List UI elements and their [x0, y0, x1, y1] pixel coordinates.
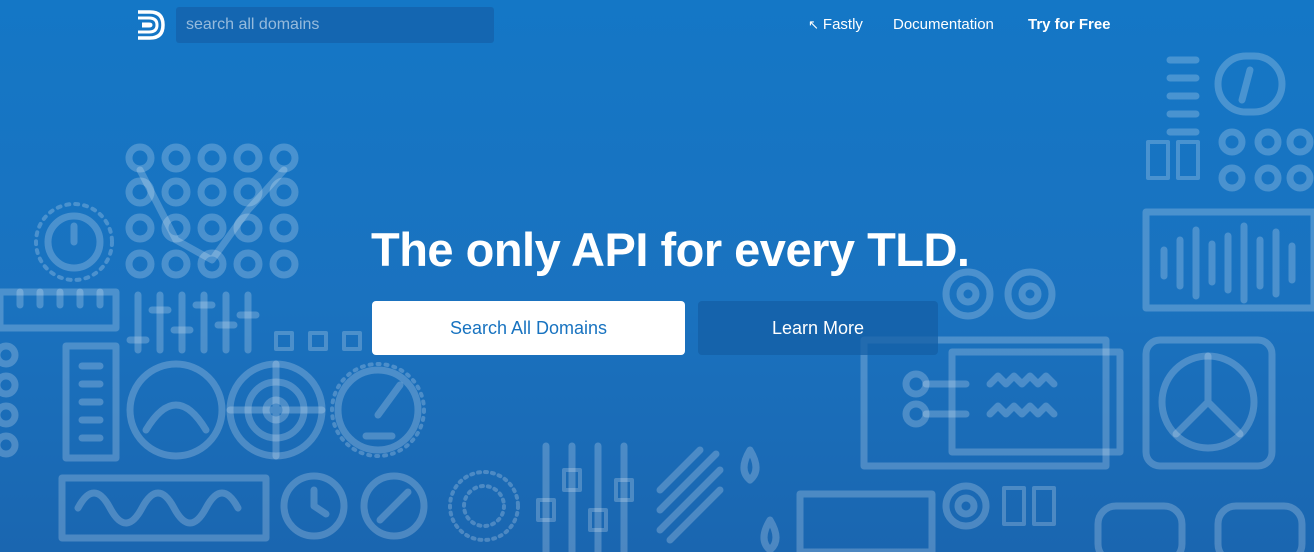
square-row-icon [274, 331, 362, 351]
stripes-icon [656, 446, 724, 544]
radar-icon [1142, 336, 1276, 470]
bottom-right-icons [796, 482, 1306, 552]
search-input[interactable] [176, 7, 494, 43]
side-panel-icon [0, 342, 120, 462]
fader-icon [536, 442, 634, 552]
domainr-logo-icon[interactable] [136, 9, 166, 41]
clock-icons [280, 472, 428, 540]
equalizer-monitor-icon [1142, 208, 1314, 312]
knob-grid-icon [1146, 128, 1314, 192]
learn-more-button[interactable]: Learn More [698, 301, 938, 355]
speedometer-icon [1166, 52, 1286, 136]
waveform-box-icon [58, 474, 270, 542]
top-navigation-bar: ↖Fastly Documentation Try for Free [0, 0, 1314, 52]
slider-bank-icon [126, 291, 260, 354]
nav-link-fastly-label: Fastly [822, 16, 863, 33]
double-circle-icon [942, 268, 1056, 320]
nav-link-fastly[interactable]: ↖ Fastly [808, 16, 863, 33]
hero-headline: The only API for every TLD. [371, 223, 970, 276]
timer-icon [34, 202, 114, 282]
search-all-domains-button[interactable]: Search All Domains [372, 301, 685, 355]
dots-circle-icon [448, 470, 520, 542]
nav-link-try-for-free[interactable]: Try for Free [1028, 16, 1111, 33]
mixer-panel-icon [860, 336, 1124, 470]
ruler-icon [0, 288, 120, 332]
gauge-icons [126, 360, 426, 460]
drops-icon [740, 446, 780, 552]
nav-link-documentation[interactable]: Documentation [893, 16, 994, 33]
arrow-up-left-icon: ↖ [808, 17, 819, 32]
circle-grid-icon [125, 143, 299, 279]
